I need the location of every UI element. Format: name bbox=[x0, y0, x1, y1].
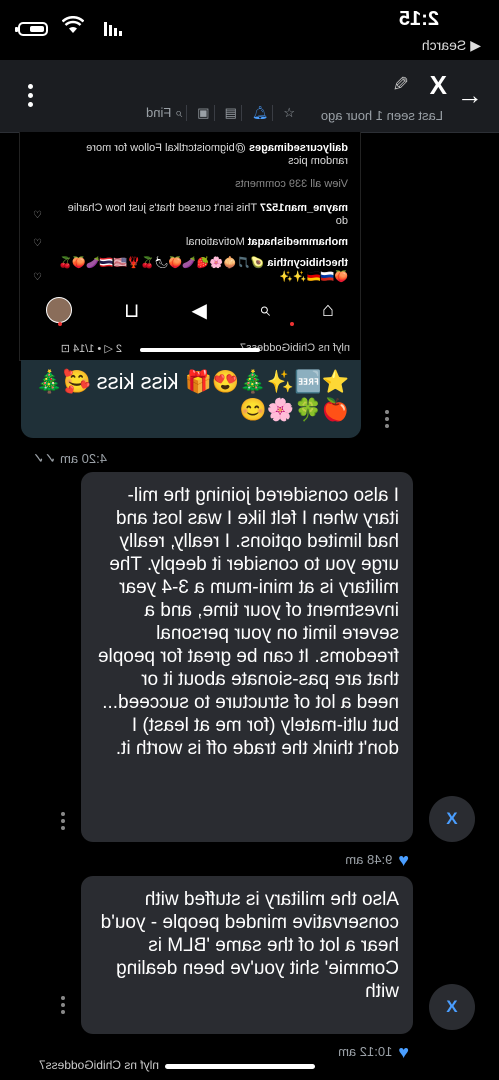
chevron-left-icon: ◀ bbox=[470, 37, 481, 53]
find-button[interactable]: ⌕ Find bbox=[142, 105, 188, 121]
comment-3: mohammedishaqat Motivational bbox=[186, 236, 348, 249]
header-toolbar: ☆ 🔔︎ ▤ ▣ ⌕ Find bbox=[142, 105, 299, 121]
heart-icon: ♡ bbox=[33, 238, 42, 249]
avatar[interactable]: X bbox=[429, 796, 475, 842]
document-icon[interactable]: ▤ bbox=[220, 105, 242, 121]
back-app-label: Search bbox=[421, 37, 467, 53]
last-seen-status: Last seen 1 hour ago bbox=[320, 108, 443, 123]
pencil-icon[interactable]: ✎ bbox=[392, 72, 409, 97]
message-timestamp: ♥ 10:12 am bbox=[338, 1042, 409, 1063]
comment-user: mayne_man1527 bbox=[259, 202, 348, 214]
status-bar: 2:15 ◀Search bbox=[0, 0, 499, 60]
star-icon[interactable]: ☆ bbox=[279, 105, 299, 121]
message-options-icon[interactable] bbox=[59, 812, 65, 833]
instagram-nav-bar: ⌂ ⌕ ▶ ⊔ bbox=[20, 290, 360, 330]
comment-4: thechibicynthia 🥑🎵🧅🌸🍓🍆🍑🌶🍒🦞🇺🇸🇹🇭🍆🍑🍒🍑🇷🇺🇩🇪✨✨ bbox=[48, 256, 348, 284]
message-text: I also considered joining the mil-itary … bbox=[97, 485, 399, 759]
home-indicator[interactable] bbox=[165, 1064, 315, 1069]
search-icon: ⌕ bbox=[258, 298, 270, 321]
image-viewer-status: nlyf ns ChibiGoddess7 2 ◁ • 1/14 ⊡ bbox=[20, 340, 360, 358]
double-check-icon: ✓✓ bbox=[32, 450, 57, 466]
contact-name[interactable]: X bbox=[430, 70, 447, 101]
message-list[interactable]: dailycursedimages @bigmoistcrtlkal Follo… bbox=[0, 132, 499, 1080]
back-to-app-link[interactable]: ◀Search bbox=[422, 37, 481, 54]
back-arrow-icon[interactable]: ← bbox=[457, 80, 483, 111]
message-bubble[interactable]: Also the military is stuffed with conser… bbox=[81, 876, 413, 1034]
message-timestamp: ♥ 9:48 am bbox=[345, 850, 409, 871]
message-bubble[interactable]: I also considered joining the mil-itary … bbox=[81, 472, 413, 842]
message-bubble[interactable]: ⭐🆓✨🎄😍🎁 kiss kiss 🥰🎄🍎🍀🌸😊 bbox=[21, 360, 361, 438]
bell-icon[interactable]: 🔔︎ bbox=[247, 105, 274, 121]
message-timestamp: 4:20 am✓✓ bbox=[33, 450, 107, 467]
home-icon: ⌂ bbox=[321, 298, 335, 321]
heart-icon: ♡ bbox=[33, 272, 42, 283]
comment-1: dailycursedimages @bigmoistcrtlkal Follo… bbox=[48, 142, 348, 168]
image-counter: 2 ◁ • 1/14 ⊡ bbox=[60, 343, 122, 355]
cellular-signal-icon bbox=[104, 22, 122, 36]
message-text: Also the military is stuffed with conser… bbox=[100, 889, 399, 1002]
timestamp-label: 9:48 am bbox=[345, 851, 393, 867]
comment-user: mohammedishaqat bbox=[247, 236, 348, 248]
comment-user: thechibicynthia bbox=[267, 257, 348, 269]
timestamp-label: 4:20 am bbox=[60, 451, 107, 466]
comment-text: Motivational bbox=[185, 236, 245, 248]
message-options-icon[interactable] bbox=[383, 410, 389, 431]
wifi-icon bbox=[61, 15, 85, 39]
find-label: Find bbox=[146, 105, 172, 120]
battery-icon bbox=[15, 22, 48, 36]
heart-reaction-icon[interactable]: ♥ bbox=[398, 850, 409, 870]
avatar[interactable]: X bbox=[429, 984, 475, 1030]
notification-dot bbox=[58, 322, 62, 326]
watermark: nlyf ns ChibiGoddess7 bbox=[38, 1058, 159, 1072]
avatar bbox=[45, 297, 72, 323]
message-options-icon[interactable] bbox=[59, 996, 65, 1017]
view-all-comments: View all 339 comments bbox=[235, 178, 348, 190]
more-icon[interactable] bbox=[27, 84, 33, 111]
heart-reaction-icon[interactable]: ♥ bbox=[398, 1042, 409, 1062]
clock: 2:15 bbox=[398, 8, 439, 30]
timestamp-label: 10:12 am bbox=[338, 1043, 393, 1059]
image-icon[interactable]: ▣ bbox=[193, 105, 215, 121]
message-text: ⭐🆓✨🎄😍🎁 kiss kiss 🥰🎄🍎🍀🌸😊 bbox=[35, 369, 349, 422]
home-indicator bbox=[140, 348, 260, 352]
reels-icon: ▶ bbox=[191, 299, 207, 322]
screenshot-image-message[interactable]: dailycursedimages @bigmoistcrtlkal Follo… bbox=[19, 132, 361, 361]
heart-icon: ♡ bbox=[33, 210, 42, 221]
comment-2: mayne_man1527 This isn't cursed that's j… bbox=[58, 202, 348, 228]
search-icon: ⌕ bbox=[174, 105, 183, 120]
chat-header: ← X ✎ Last seen 1 hour ago ☆ 🔔︎ ▤ ▣ ⌕ Fi… bbox=[0, 60, 499, 133]
shop-icon: ⊔ bbox=[123, 299, 140, 322]
comment-user: dailycursedimages bbox=[248, 142, 348, 154]
notification-dot bbox=[290, 322, 294, 326]
